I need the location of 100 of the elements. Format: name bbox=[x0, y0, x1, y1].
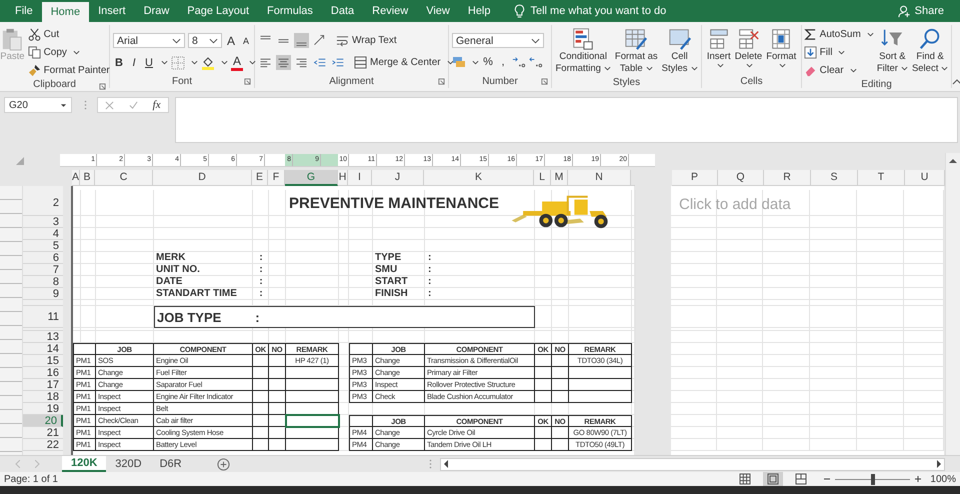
caret-icon[interactable] bbox=[249, 60, 256, 65]
font-name-dropdown[interactable]: Arial bbox=[113, 33, 185, 48]
left-arrow-icon[interactable] bbox=[443, 460, 448, 468]
sheet-tab[interactable]: 320D bbox=[106, 456, 151, 472]
styles-button[interactable]: Format as Table bbox=[614, 26, 659, 76]
insert-function-button[interactable]: fx bbox=[152, 99, 161, 111]
menu-tab[interactable]: Page Layout bbox=[178, 0, 258, 22]
column-header[interactable]: R bbox=[764, 170, 811, 186]
cells-button[interactable]: Format bbox=[765, 26, 798, 69]
grip-icon[interactable] bbox=[429, 459, 432, 469]
fill-color-icon[interactable] bbox=[201, 56, 215, 70]
menu-tab[interactable]: Help bbox=[458, 0, 500, 22]
menu-tab[interactable]: Data bbox=[322, 0, 364, 22]
tell-me-field[interactable]: Tell me what you want to do bbox=[530, 0, 666, 22]
selected-cell[interactable] bbox=[285, 414, 340, 428]
row-header[interactable]: 9 bbox=[23, 288, 63, 300]
horizontal-scrollbar[interactable] bbox=[440, 458, 945, 470]
column-header[interactable]: Q bbox=[718, 170, 764, 186]
column-header[interactable]: A bbox=[72, 170, 80, 186]
column-header[interactable]: L bbox=[534, 170, 551, 186]
column-header[interactable]: C bbox=[95, 170, 153, 186]
row-header[interactable]: 11 bbox=[23, 306, 63, 328]
comma-button[interactable]: , bbox=[497, 54, 509, 70]
menu-tab[interactable]: Review bbox=[363, 0, 418, 22]
row-header[interactable]: 21 bbox=[23, 427, 63, 439]
column-header[interactable]: T bbox=[858, 170, 905, 186]
row-header[interactable]: 3 bbox=[23, 216, 63, 228]
caret-icon[interactable] bbox=[161, 60, 168, 65]
wrap-text-button[interactable]: Wrap Text bbox=[336, 32, 397, 48]
zoom-slider-thumb[interactable] bbox=[870, 474, 875, 484]
row-header[interactable]: 17 bbox=[23, 379, 63, 391]
column-header[interactable]: F bbox=[268, 170, 285, 186]
font-style-button[interactable]: I bbox=[128, 54, 140, 70]
row-header[interactable]: 18 bbox=[23, 391, 63, 403]
up-arrow-icon[interactable] bbox=[949, 158, 957, 163]
menu-tab[interactable]: Home bbox=[42, 2, 90, 22]
cells-button[interactable]: Delete bbox=[734, 26, 764, 69]
dialog-launcher-icon[interactable] bbox=[99, 83, 106, 90]
check-icon[interactable] bbox=[129, 100, 138, 110]
caret-icon[interactable] bbox=[472, 60, 479, 64]
column-header[interactable]: P bbox=[672, 170, 718, 186]
row-header[interactable]: 6 bbox=[23, 252, 63, 264]
column-header[interactable]: U bbox=[905, 170, 945, 186]
column-header[interactable]: K bbox=[424, 170, 534, 186]
column-header[interactable]: B bbox=[80, 170, 95, 186]
column-header[interactable]: J bbox=[372, 170, 424, 186]
row-header[interactable]: 7 bbox=[23, 264, 63, 276]
add-sheet-icon[interactable] bbox=[216, 458, 230, 470]
share-button[interactable]: Share bbox=[898, 0, 944, 22]
orientation-icon[interactable] bbox=[312, 33, 327, 48]
find-select-button[interactable]: Find & Select bbox=[910, 26, 950, 76]
row-header[interactable]: 14 bbox=[23, 343, 63, 355]
row-header[interactable]: 15 bbox=[23, 355, 63, 367]
dialog-launcher-icon[interactable] bbox=[541, 78, 548, 85]
column-header[interactable]: G bbox=[285, 170, 338, 186]
cells-button[interactable]: Insert bbox=[706, 26, 732, 69]
cut-button[interactable]: Cut bbox=[28, 26, 110, 42]
sort-filter-button[interactable]: Sort & Filter bbox=[876, 26, 909, 76]
merge-center-button[interactable]: Merge & Center bbox=[354, 54, 454, 70]
number-format-dropdown[interactable]: General bbox=[452, 33, 544, 48]
clear-button[interactable]: Clear bbox=[804, 62, 874, 78]
styles-button[interactable]: Conditional Formatting bbox=[554, 26, 612, 76]
menu-tab[interactable]: File bbox=[6, 0, 42, 22]
row-header[interactable]: 8 bbox=[23, 276, 63, 288]
sheet-tab[interactable]: D6R bbox=[150, 456, 191, 472]
formula-input[interactable] bbox=[175, 97, 958, 143]
row-header[interactable]: 20 bbox=[23, 415, 63, 427]
column-header[interactable]: N bbox=[568, 170, 631, 186]
autosum-button[interactable]: AutoSum bbox=[804, 26, 874, 42]
page-view-icon[interactable] bbox=[763, 472, 784, 486]
grow-font-button[interactable]: A bbox=[225, 32, 237, 48]
decrease-decimal-icon[interactable] bbox=[529, 55, 543, 69]
collapse-ribbon-icon[interactable] bbox=[952, 79, 960, 85]
format-painter-button[interactable]: Format Painter bbox=[28, 62, 110, 78]
row-header[interactable]: 4 bbox=[23, 228, 63, 240]
row-header[interactable]: 22 bbox=[23, 439, 63, 451]
right-arrow-icon[interactable] bbox=[937, 460, 942, 468]
zoom-in-icon[interactable] bbox=[914, 475, 922, 483]
dialog-launcher-icon[interactable] bbox=[438, 78, 445, 85]
fill-button[interactable]: Fill bbox=[804, 44, 874, 60]
font-size-dropdown[interactable]: 8 bbox=[188, 33, 222, 48]
column-header[interactable]: D bbox=[153, 170, 252, 186]
menu-tab[interactable]: Formulas bbox=[258, 0, 322, 22]
row-header[interactable]: 16 bbox=[23, 367, 63, 379]
menu-tab[interactable]: View bbox=[417, 0, 459, 22]
column-header[interactable]: I bbox=[348, 170, 372, 186]
font-color-button[interactable]: A bbox=[231, 54, 243, 70]
caret-icon[interactable] bbox=[221, 60, 228, 65]
caret-icon[interactable] bbox=[191, 60, 198, 65]
align-icon[interactable] bbox=[276, 55, 291, 70]
column-header[interactable]: S bbox=[811, 170, 858, 186]
zoom-level[interactable]: 100% bbox=[930, 474, 956, 484]
font-style-button[interactable]: U bbox=[143, 54, 155, 70]
column-header[interactable]: H bbox=[338, 170, 348, 186]
copy-button[interactable]: Copy bbox=[28, 44, 110, 60]
row-header[interactable]: 5 bbox=[23, 240, 63, 252]
styles-button[interactable]: Cell Styles bbox=[660, 26, 699, 76]
shrink-font-button[interactable]: A bbox=[240, 32, 252, 48]
column-header[interactable]: E bbox=[252, 170, 268, 186]
name-box[interactable]: G20 bbox=[4, 97, 72, 113]
